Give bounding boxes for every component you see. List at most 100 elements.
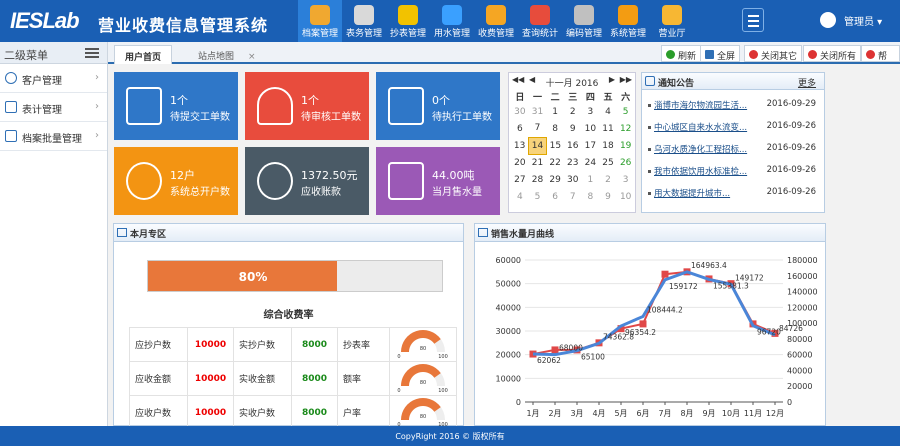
calendar-day[interactable]: 7 xyxy=(564,188,582,205)
calendar-day[interactable]: 6 xyxy=(546,188,564,205)
notice-item-title[interactable]: 淄博市海尔物流园生活... xyxy=(654,99,747,111)
calendar-day[interactable]: 25 xyxy=(599,154,617,171)
calendar-day[interactable]: 15 xyxy=(546,137,564,154)
weekday-header: 六 xyxy=(621,92,631,103)
calendar-day[interactable]: 23 xyxy=(564,154,582,171)
nav-0[interactable]: 档案管理 xyxy=(298,0,342,42)
nav-8[interactable]: 营业厅 xyxy=(650,0,694,42)
stat-tile[interactable]: 0个 待执行工单数 xyxy=(376,72,500,140)
tab-home[interactable]: 用户首页 xyxy=(114,45,173,64)
rate-title: 综合收费率 xyxy=(263,310,314,321)
fullscreen-button[interactable]: 全屏 xyxy=(700,45,741,62)
calendar-day[interactable]: 8 xyxy=(546,120,564,137)
calendar-day[interactable]: 12 xyxy=(617,120,635,137)
calendar-day[interactable]: 31 xyxy=(529,103,547,120)
calendar-day[interactable]: 21 xyxy=(529,154,547,171)
nav-label: 查询统计 xyxy=(521,29,558,39)
help-button[interactable]: 帮助 xyxy=(861,45,900,75)
nav-6[interactable]: 编码管理 xyxy=(562,0,606,42)
series-point[interactable] xyxy=(551,346,559,354)
calendar-day[interactable]: 30 xyxy=(564,171,582,188)
notice-item[interactable]: 淄博市海尔物流园生活... 2016-09-29 xyxy=(648,99,822,113)
nav-2[interactable]: 抄表管理 xyxy=(386,0,430,42)
calendar-day[interactable]: 13 xyxy=(511,137,529,154)
nav-1[interactable]: 表务管理 xyxy=(342,0,386,42)
calendar-day[interactable]: 4 xyxy=(511,188,529,205)
nav-4[interactable]: 收费管理 xyxy=(474,0,518,42)
prev-month-icon[interactable]: ◀ xyxy=(529,75,535,84)
notice-item[interactable]: 中心城区自来水水流变... 2016-09-26 xyxy=(648,121,822,135)
notice-item-title[interactable]: 乌河水质净化工程招标... xyxy=(654,143,747,155)
calendar-day[interactable]: 7 xyxy=(529,120,547,137)
notice-item-title[interactable]: 用大数据提升城市... xyxy=(654,187,730,199)
menu-toggle-button[interactable] xyxy=(742,8,764,32)
tile-value: 44.00吨 xyxy=(432,169,475,182)
calendar-day[interactable]: 1 xyxy=(546,103,564,120)
yen-icon xyxy=(257,162,293,200)
calendar-day[interactable]: 10 xyxy=(617,188,635,205)
sidebar-item-meters[interactable]: 表计管理 › xyxy=(0,93,107,122)
close-others-button[interactable]: 关闭其它 xyxy=(744,45,803,62)
refresh-icon xyxy=(666,50,675,59)
next-year-icon[interactable]: ▶▶ xyxy=(620,75,632,84)
notice-item-title[interactable]: 我市依据饮用水标准检... xyxy=(654,165,747,177)
calendar-day[interactable]: 2 xyxy=(564,103,582,120)
sidebar-item-customers[interactable]: 客户管理 › xyxy=(0,64,107,93)
calendar-day[interactable]: 17 xyxy=(582,137,600,154)
calendar-day[interactable]: 8 xyxy=(582,188,600,205)
calendar-day[interactable]: 5 xyxy=(617,103,635,120)
calendar-day[interactable]: 18 xyxy=(599,137,617,154)
calendar-day[interactable]: 9 xyxy=(564,120,582,137)
folder-icon xyxy=(5,130,17,142)
calendar-day[interactable]: 9 xyxy=(599,188,617,205)
prev-year-icon[interactable]: ◀◀ xyxy=(512,75,524,84)
calendar-day[interactable]: 1 xyxy=(582,171,600,188)
series-point[interactable] xyxy=(661,270,669,278)
calendar-day[interactable]: 28 xyxy=(529,171,547,188)
sidebar-collapse-icon[interactable] xyxy=(85,48,99,58)
nav-3[interactable]: 用水管理 xyxy=(430,0,474,42)
tab-sitemap[interactable]: 站点地图 × xyxy=(188,45,266,64)
notice-item[interactable]: 用大数据提升城市... 2016-09-26 xyxy=(648,187,822,201)
stat-tile[interactable]: 1个 待审核工单数 xyxy=(245,72,369,140)
calendar-day[interactable]: 20 xyxy=(511,154,529,171)
next-month-icon[interactable]: ▶ xyxy=(609,75,615,84)
calendar-day[interactable]: 4 xyxy=(599,103,617,120)
calendar-day[interactable]: 14 xyxy=(528,136,547,155)
notice-item[interactable]: 我市依据饮用水标准检... 2016-09-26 xyxy=(648,165,822,179)
nav-5[interactable]: 查询统计 xyxy=(518,0,562,42)
calendar-day[interactable]: 3 xyxy=(582,103,600,120)
calendar-day[interactable]: 27 xyxy=(511,171,529,188)
user-menu[interactable]: 管理员 ▾ xyxy=(844,13,882,28)
close-all-button[interactable]: 关闭所有 xyxy=(803,45,862,62)
calendar-day[interactable]: 19 xyxy=(617,137,635,154)
person-icon xyxy=(5,72,17,84)
calendar-day[interactable]: 22 xyxy=(546,154,564,171)
notice-item[interactable]: 乌河水质净化工程招标... 2016-09-26 xyxy=(648,143,822,157)
nav-7[interactable]: 系统管理 xyxy=(606,0,650,42)
calendar-day[interactable]: 2 xyxy=(599,171,617,188)
more-link[interactable]: 更多 xyxy=(798,76,816,89)
calendar-day[interactable]: 6 xyxy=(511,120,529,137)
user-avatar-icon[interactable] xyxy=(820,12,836,28)
tile-value: 12户 xyxy=(170,169,195,182)
calendar-day[interactable]: 30 xyxy=(511,103,529,120)
calendar-day[interactable]: 16 xyxy=(564,137,582,154)
data-label: 96354.2 xyxy=(625,328,656,337)
series-point[interactable] xyxy=(639,320,647,328)
calendar-day[interactable]: 3 xyxy=(617,171,635,188)
stat-tile[interactable]: 1个 待提交工单数 xyxy=(114,72,238,140)
stat-tile[interactable]: 12户 系统总开户数 xyxy=(114,147,238,215)
sidebar-item-batch-archive[interactable]: 档案批量管理 › xyxy=(0,122,107,151)
calendar-day[interactable]: 26 xyxy=(617,154,635,171)
calendar-day[interactable]: 10 xyxy=(582,120,600,137)
calendar-day[interactable]: 29 xyxy=(546,171,564,188)
notice-item-title[interactable]: 中心城区自来水水流变... xyxy=(654,121,747,133)
calendar-day[interactable]: 11 xyxy=(599,120,617,137)
close-icon[interactable]: × xyxy=(248,52,256,62)
calendar-day[interactable]: 24 xyxy=(582,154,600,171)
stat-tile[interactable]: 44.00吨 当月售水量 xyxy=(376,147,500,215)
calendar-day[interactable]: 5 xyxy=(529,188,547,205)
stat-tile[interactable]: 1372.50元 应收账款 xyxy=(245,147,369,215)
refresh-button[interactable]: 刷新 xyxy=(661,45,702,62)
